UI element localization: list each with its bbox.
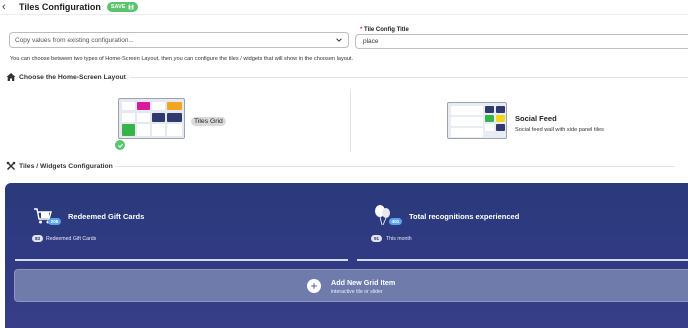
thumb-tile <box>496 115 505 122</box>
thumb-tile <box>152 124 165 136</box>
thumb-tile <box>451 117 483 126</box>
thumb-tile <box>485 124 494 131</box>
back-arrow-icon[interactable]: ‹ <box>2 1 16 13</box>
thumb-tile <box>167 102 182 110</box>
tile-config-title-input[interactable]: place <box>355 34 688 49</box>
widget-title: Total recognitions experienced <box>409 212 520 221</box>
thumb-tile <box>137 102 150 110</box>
thumb-tile <box>122 113 135 122</box>
thumb-tile <box>485 106 494 113</box>
plus-icon[interactable] <box>307 279 321 293</box>
tiles-grid-label[interactable]: Tiles Grid <box>191 117 226 126</box>
gift-card-count-badge: 205 <box>48 218 61 225</box>
widget-stat-value: 83 <box>32 235 43 242</box>
widget-underline <box>15 259 348 261</box>
social-feed-thumbnail[interactable] <box>447 102 507 139</box>
tiles-section-heading: Tiles / Widgets Configuration <box>6 161 113 171</box>
layout-help-text: You can choose between two types of Home… <box>10 56 354 62</box>
layout-section-heading: Choose the Home-Screen Layout <box>6 72 126 82</box>
floppy-disk-icon <box>129 4 134 10</box>
thumb-tile <box>122 102 135 110</box>
save-button[interactable]: SAVE <box>106 2 139 12</box>
header-bar: ‹ Tiles Configuration SAVE <box>0 0 688 15</box>
widget-underline <box>357 259 688 261</box>
tiles-section-title: Tiles / Widgets Configuration <box>19 162 113 170</box>
thumb-tile <box>167 124 182 136</box>
social-feed-label[interactable]: Social Feed <box>515 114 557 123</box>
thumb-tile <box>485 115 494 122</box>
layout-section-divider <box>130 77 688 78</box>
page-title: Tiles Configuration <box>19 2 101 12</box>
thumb-tile <box>451 106 483 115</box>
tiles-grid-panel <box>5 183 688 328</box>
add-grid-item-subtitle: interactive tile or slider <box>331 289 383 295</box>
copy-config-value: Copy values from existing configuration.… <box>15 36 134 44</box>
selected-check-icon <box>115 140 125 150</box>
thumb-tile <box>122 124 135 136</box>
widget-title: Redeemed Gift Cards <box>68 212 145 221</box>
tile-config-title-text: Tile Config Title <box>364 27 409 33</box>
layout-section-title: Choose the Home-Screen Layout <box>19 73 126 81</box>
tile-config-title-label: * Tile Config Title <box>360 27 409 33</box>
tiles-section-divider <box>115 166 675 167</box>
layout-options-divider <box>350 90 351 152</box>
thumb-tile <box>167 113 182 122</box>
recognition-count-badge: 401 <box>389 218 402 225</box>
widget-stat-value: 91 <box>371 235 382 242</box>
thumb-tile <box>137 124 150 136</box>
widget-stat-label: Redeemed Gift Cards <box>46 236 97 242</box>
chevron-down-icon <box>336 38 342 42</box>
widget-stat-label: This month <box>386 236 412 242</box>
thumb-tile <box>496 106 505 113</box>
add-grid-item-title: Add New Grid Item <box>331 278 396 287</box>
home-icon <box>6 73 16 81</box>
tiles-grid-thumbnail[interactable] <box>118 98 185 139</box>
save-label: SAVE <box>110 4 126 10</box>
required-mark: * <box>360 27 363 33</box>
thumb-tile <box>496 124 505 131</box>
thumb-tile <box>152 113 165 122</box>
thumb-tile <box>451 128 483 137</box>
tiles-configuration-page: ‹ Tiles Configuration SAVE Copy values f… <box>0 0 688 328</box>
thumb-tile <box>137 113 150 122</box>
copy-config-select[interactable]: Copy values from existing configuration.… <box>9 32 349 48</box>
tools-icon <box>6 161 16 171</box>
thumb-tile <box>152 102 165 110</box>
social-feed-description: Social feed wall with side panel tiles <box>515 127 604 133</box>
